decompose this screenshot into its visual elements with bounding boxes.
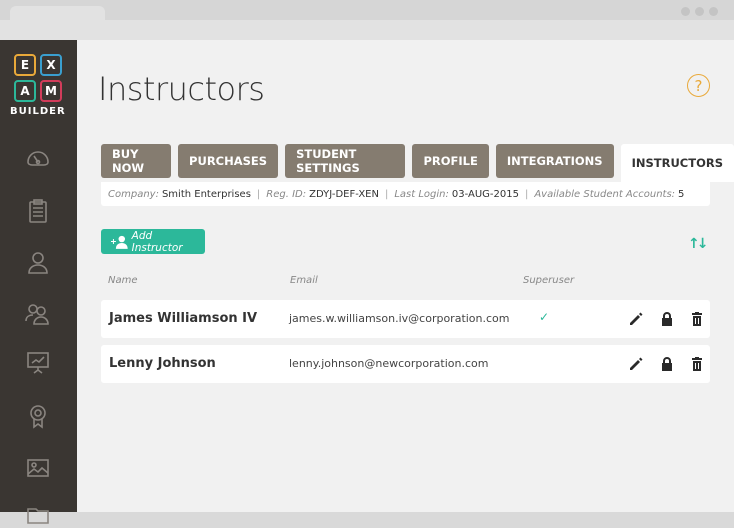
column-header-email[interactable]: Email [290, 275, 318, 286]
superuser-check-icon: ✓ [539, 310, 550, 324]
delete-button[interactable] [689, 356, 705, 372]
tab-bar: BUY NOW PURCHASES STUDENT SETTINGS PROFI… [101, 144, 734, 182]
edit-button[interactable] [628, 311, 644, 327]
separator: | [256, 188, 261, 200]
user-icon [28, 252, 48, 274]
window-controls [681, 7, 718, 16]
sidebar-item-certificates[interactable] [24, 402, 52, 430]
tab-instructors[interactable]: INSTRUCTORS [620, 144, 734, 182]
logo[interactable]: E X A M BUILDER [10, 54, 68, 117]
clipboard-icon [29, 199, 47, 223]
tab-profile[interactable]: PROFILE [412, 144, 489, 178]
help-icon[interactable]: ? [687, 74, 710, 97]
dashboard-gauge-icon [27, 151, 49, 166]
table-row[interactable]: James Williamson IV james.w.williamson.i… [101, 300, 710, 338]
reg-id-value: ZDYJ-DEF-XEN [309, 188, 379, 200]
lock-icon [662, 357, 672, 371]
lock-icon [662, 312, 672, 326]
page-title: Instructors [98, 70, 265, 108]
logo-letter: M [40, 80, 62, 102]
instructor-name: Lenny Johnson [109, 356, 216, 371]
tab-integrations[interactable]: INTEGRATIONS [495, 144, 614, 178]
window-dot[interactable] [695, 7, 704, 16]
add-instructor-button[interactable]: Add Instructor [101, 229, 205, 254]
sidebar-item-groups[interactable] [24, 299, 52, 327]
browser-toolbar [0, 20, 734, 40]
sidebar-item-reports[interactable] [24, 349, 52, 377]
sidebar: E X A M BUILDER [0, 40, 77, 524]
presentation-chart-icon [27, 352, 49, 374]
trash-icon [692, 357, 702, 371]
accounts-value: 5 [678, 188, 685, 200]
tab-purchases[interactable]: PURCHASES [178, 144, 279, 178]
logo-letter: A [14, 80, 36, 102]
separator: | [524, 188, 529, 200]
table-row[interactable]: Lenny Johnson lenny.johnson@newcorporati… [101, 345, 710, 383]
sidebar-item-media[interactable] [24, 454, 52, 482]
instructor-name: James Williamson IV [109, 311, 258, 326]
company-label: Company: [108, 188, 159, 200]
separator: | [384, 188, 389, 200]
window-dot[interactable] [681, 7, 690, 16]
add-instructor-label: Add Instructor [131, 229, 183, 254]
logo-subtitle: BUILDER [10, 106, 66, 117]
logo-letter: X [40, 54, 62, 76]
award-badge-icon [30, 405, 46, 429]
pencil-icon [630, 357, 643, 370]
logo-letter: E [14, 54, 36, 76]
image-icon [27, 459, 49, 477]
delete-button[interactable] [689, 311, 705, 327]
folder-icon [27, 508, 49, 524]
last-login-label: Last Login: [394, 188, 449, 200]
lock-button[interactable] [659, 356, 675, 372]
account-info-bar: Company: Smith Enterprises | Reg. ID: ZD… [101, 182, 710, 206]
sidebar-item-files[interactable] [24, 500, 52, 528]
users-group-icon [25, 304, 49, 325]
sidebar-item-exams[interactable] [24, 197, 52, 225]
pencil-icon [630, 312, 643, 325]
tab-buy-now[interactable]: BUY NOW [101, 144, 172, 178]
column-header-name[interactable]: Name [108, 275, 138, 286]
edit-button[interactable] [628, 356, 644, 372]
add-user-icon [110, 235, 128, 249]
sort-icon[interactable]: ↑↓ [688, 236, 709, 252]
trash-icon [692, 312, 702, 326]
reg-id-label: Reg. ID: [266, 188, 307, 200]
column-header-superuser[interactable]: Superuser [523, 275, 574, 286]
browser-chrome [0, 0, 734, 40]
main-content: Instructors ? BUY NOW PURCHASES STUDENT … [77, 40, 734, 512]
sidebar-item-user[interactable] [24, 249, 52, 277]
company-value: Smith Enterprises [161, 188, 251, 200]
sidebar-item-dashboard[interactable] [24, 144, 52, 172]
lock-button[interactable] [659, 311, 675, 327]
tab-student-settings[interactable]: STUDENT SETTINGS [285, 144, 406, 178]
instructor-email: lenny.johnson@newcorporation.com [289, 357, 489, 370]
window-dot[interactable] [709, 7, 718, 16]
accounts-label: Available Student Accounts: [534, 188, 676, 200]
last-login-value: 03-AUG-2015 [451, 188, 519, 200]
instructor-email: james.w.williamson.iv@corporation.com [289, 312, 510, 325]
